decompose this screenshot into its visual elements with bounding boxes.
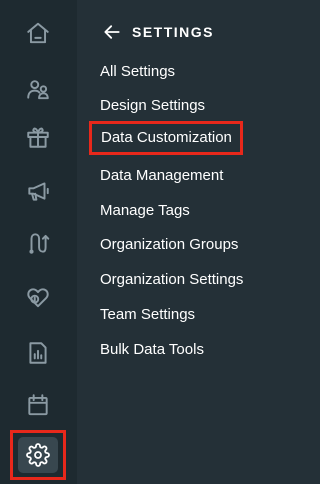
donation-heart-icon[interactable]: [21, 280, 55, 314]
menu-item-bulk-data-tools[interactable]: Bulk Data Tools: [100, 341, 204, 359]
report-icon[interactable]: [21, 336, 55, 370]
menu-item-data-customization[interactable]: Data Customization: [89, 121, 243, 155]
calendar-icon[interactable]: [21, 388, 55, 422]
icon-rail: [0, 0, 77, 484]
home-icon[interactable]: [21, 16, 55, 50]
settings-panel: SETTINGS All Settings Design Settings Da…: [77, 0, 283, 484]
arrow-left-icon: [102, 22, 122, 42]
menu-item-data-management[interactable]: Data Management: [100, 167, 223, 185]
menu-item-team-settings[interactable]: Team Settings: [100, 306, 195, 324]
app-window: SETTINGS All Settings Design Settings Da…: [0, 0, 283, 484]
gear-icon: [18, 437, 58, 473]
menu-item-all-settings[interactable]: All Settings: [100, 63, 175, 81]
menu-item-organization-groups[interactable]: Organization Groups: [100, 236, 238, 254]
megaphone-icon[interactable]: [21, 174, 55, 208]
journey-icon[interactable]: [21, 226, 55, 260]
menu-item-design-settings[interactable]: Design Settings: [100, 97, 205, 115]
menu-item-organization-settings[interactable]: Organization Settings: [100, 271, 243, 289]
people-icon[interactable]: [21, 72, 55, 106]
back-to-settings[interactable]: SETTINGS: [102, 22, 214, 42]
panel-title: SETTINGS: [132, 24, 215, 40]
menu-item-manage-tags[interactable]: Manage Tags: [100, 202, 190, 220]
gift-icon[interactable]: [21, 120, 55, 154]
settings-nav-button[interactable]: [10, 430, 66, 480]
